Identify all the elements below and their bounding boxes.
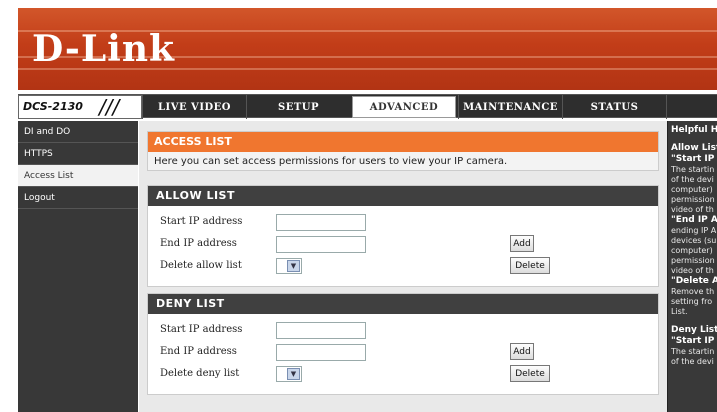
allow-start-row: Start IP address: [148, 213, 658, 233]
deny-list-select[interactable]: ▼: [276, 366, 302, 382]
allow-list-title: ALLOW LIST: [148, 186, 658, 206]
help-line: of the devi: [671, 175, 714, 184]
help-line: video of th: [671, 205, 714, 214]
help-line: [668, 317, 717, 325]
slash-decoration-icon: ///: [99, 95, 120, 119]
help-heading: "Start IP: [671, 154, 715, 164]
access-list-description: Here you can set access permissions for …: [154, 156, 508, 167]
help-line: The startin: [671, 165, 715, 174]
tab-maintenance[interactable]: MAINTENANCE: [458, 95, 562, 119]
sidebar-item-https[interactable]: HTTPS: [18, 143, 138, 165]
allow-delete-button[interactable]: Delete: [510, 257, 550, 274]
help-panel: Helpful Hi Allow List "Start IP The starti…: [667, 121, 717, 412]
tab-help[interactable]: [666, 95, 717, 119]
help-line: computer): [671, 246, 713, 255]
allow-add-button[interactable]: Add: [510, 235, 534, 252]
deny-start-row: Start IP address: [148, 321, 658, 341]
tab-advanced[interactable]: ADVANCED: [352, 96, 456, 118]
deny-delete-button[interactable]: Delete: [510, 365, 550, 382]
main-content: ACCESS LIST Here you can set access perm…: [139, 121, 667, 412]
deny-delete-row: Delete deny list ▼ Delete: [148, 365, 658, 385]
top-nav: DCS-2130 /// LIVE VIDEO SETUP ADVANCED M…: [18, 94, 717, 119]
deny-add-button[interactable]: Add: [510, 343, 534, 360]
help-line: video of th: [671, 266, 714, 275]
deny-end-row: End IP address Add: [148, 343, 658, 363]
help-line: devices (su: [671, 236, 717, 245]
dlink-logo: D-Link: [32, 28, 175, 70]
allow-end-label: End IP address: [160, 238, 237, 249]
allow-start-ip-input[interactable]: [276, 214, 366, 231]
deny-list-section: DENY LIST Start IP address End IP addres…: [147, 293, 659, 395]
help-text: Allow List "Start IP The startin of the dev…: [668, 143, 717, 367]
allow-list-select[interactable]: ▼: [276, 258, 302, 274]
access-list-title: ACCESS LIST: [148, 132, 658, 152]
deny-list-title: DENY LIST: [148, 294, 658, 314]
sidebar: DI and DO HTTPS Access List Logout: [18, 121, 138, 412]
help-line: ending IP A: [671, 226, 717, 235]
deny-delete-label: Delete deny list: [160, 368, 240, 379]
deny-end-label: End IP address: [160, 346, 237, 357]
help-line: computer): [671, 185, 713, 194]
sidebar-item-logout[interactable]: Logout: [18, 187, 138, 209]
access-list-panel: ACCESS LIST Here you can set access perm…: [147, 131, 659, 171]
allow-delete-row: Delete allow list ▼ Delete: [148, 257, 658, 277]
deny-end-ip-input[interactable]: [276, 344, 366, 361]
help-line: Remove th: [671, 287, 715, 296]
help-line: permission: [671, 195, 715, 204]
help-heading: "End IP A: [671, 215, 717, 225]
help-heading: "Delete A: [671, 276, 717, 286]
help-heading: Allow List: [671, 143, 717, 153]
allow-end-row: End IP address Add: [148, 235, 658, 255]
help-line: The startin: [671, 347, 715, 356]
tab-live-video[interactable]: LIVE VIDEO: [142, 95, 246, 119]
help-heading: "Start IP: [671, 336, 715, 346]
model-name: DCS-2130: [23, 100, 83, 113]
help-heading: Deny List: [671, 325, 717, 335]
help-title: Helpful Hi: [671, 125, 717, 135]
help-line: of the devi: [671, 357, 714, 366]
deny-start-label: Start IP address: [160, 324, 243, 335]
chevron-down-icon: ▼: [287, 260, 300, 272]
allow-start-label: Start IP address: [160, 216, 243, 227]
deny-start-ip-input[interactable]: [276, 322, 366, 339]
allow-list-section: ALLOW LIST Start IP address End IP addre…: [147, 185, 659, 287]
help-line: setting fro: [671, 297, 713, 306]
model-badge: DCS-2130 ///: [18, 95, 142, 119]
help-line: List.: [671, 307, 688, 316]
sidebar-item-di-do[interactable]: DI and DO: [18, 121, 138, 143]
chevron-down-icon: ▼: [287, 368, 300, 380]
tab-setup[interactable]: SETUP: [246, 95, 350, 119]
sidebar-item-access-list[interactable]: Access List: [18, 165, 138, 187]
tab-status[interactable]: STATUS: [562, 95, 666, 119]
allow-delete-label: Delete allow list: [160, 260, 242, 271]
allow-end-ip-input[interactable]: [276, 236, 366, 253]
help-line: permission: [671, 256, 715, 265]
header-banner: D-Link: [18, 8, 717, 90]
